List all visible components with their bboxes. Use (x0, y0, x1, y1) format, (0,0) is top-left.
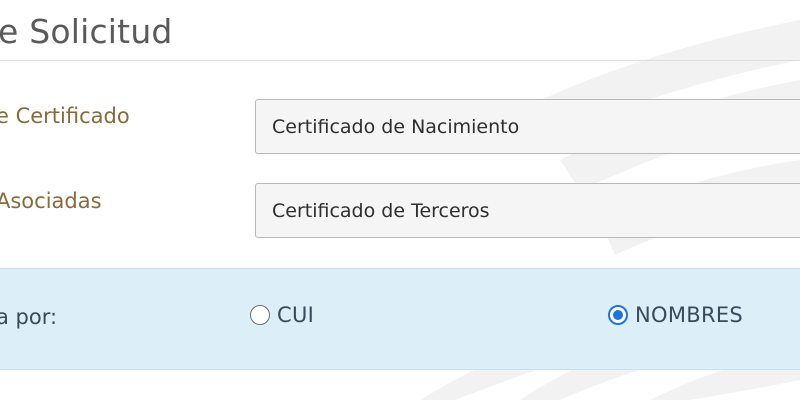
radio-nombres-icon[interactable] (608, 305, 628, 325)
certificate-type-value: Certificado de Nacimiento (272, 115, 520, 138)
solicitud-form-page: e Solicitud e Certificado Certificado de… (0, 0, 800, 400)
radio-option-nombres[interactable]: NOMBRES (608, 303, 743, 327)
title-divider (0, 60, 800, 61)
section-title: e Solicitud (0, 12, 173, 51)
radio-option-cui[interactable]: CUI (250, 303, 314, 327)
radio-cui-icon[interactable] (250, 305, 270, 325)
search-by-label: a por: (0, 305, 58, 329)
search-by-panel: a por: CUI NOMBRES (0, 268, 800, 370)
certificate-type-label: e Certificado (0, 104, 130, 128)
radio-cui-label: CUI (277, 303, 315, 327)
associated-field[interactable]: Certificado de Terceros (255, 183, 800, 238)
associated-value: Certificado de Terceros (272, 199, 490, 222)
associated-label: Asociadas (0, 189, 102, 213)
certificate-type-field[interactable]: Certificado de Nacimiento (255, 99, 800, 154)
radio-nombres-label: NOMBRES (635, 303, 744, 327)
